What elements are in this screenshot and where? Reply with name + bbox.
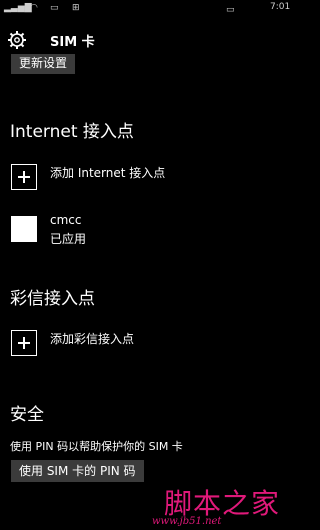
apn-tile-icon[interactable]: [11, 216, 37, 242]
status-time: 7:01: [270, 2, 291, 12]
gear-icon[interactable]: [7, 30, 27, 50]
signal-strength-icon: ▂▃▅▇: [4, 3, 32, 13]
page-header: SIM 卡: [0, 28, 300, 52]
watermark-logo: 脚本之家 www.jb51.net: [150, 482, 300, 530]
watermark-url: www.jb51.net: [152, 516, 222, 527]
add-icon[interactable]: [11, 330, 37, 356]
internet-apn-heading: Internet 接入点: [10, 122, 134, 142]
sim-pin-button[interactable]: 使用 SIM 卡的 PIN 码: [11, 460, 144, 482]
add-mms-apn-button[interactable]: 添加彩信接入点: [50, 330, 134, 347]
security-heading: 安全: [10, 405, 44, 425]
update-settings-button[interactable]: 更新设置: [11, 54, 76, 74]
network-icon: ⊞: [72, 3, 80, 13]
apn-name[interactable]: cmcc: [50, 213, 81, 227]
add-internet-apn-button[interactable]: 添加 Internet 接入点: [50, 164, 165, 181]
mms-apn-heading: 彩信接入点: [10, 289, 95, 309]
apn-status: 已应用: [50, 232, 87, 246]
add-icon[interactable]: [11, 164, 37, 190]
wifi-icon: ◠: [30, 3, 38, 13]
battery-icon: ▭: [226, 5, 235, 15]
notification-icon: ▭: [50, 3, 59, 13]
security-description: 使用 PIN 码以帮助保护你的 SIM 卡: [10, 440, 183, 453]
status-bar: ▂▃▅▇ ◠ ▭ ⊞ ▭ 7:01: [0, 0, 300, 18]
page-title: SIM 卡: [50, 35, 95, 50]
